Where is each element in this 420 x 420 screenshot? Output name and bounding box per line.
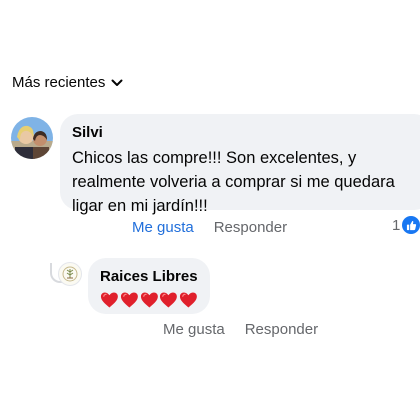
reaction-count: 1 — [392, 216, 401, 234]
comment-text: Chicos las compre!!! Son excelentes, y r… — [72, 149, 395, 215]
red-heart-icon — [180, 292, 198, 308]
like-thumb-icon — [402, 216, 420, 234]
like-button[interactable]: Me gusta — [163, 321, 225, 338]
reply-button[interactable]: Responder — [245, 321, 318, 338]
reaction-summary[interactable]: 1 — [392, 216, 420, 234]
comment-bubble: Silvi Chicos las compre!!! Son excelente… — [60, 114, 420, 215]
sort-label: Más recientes — [12, 74, 106, 91]
red-heart-icon — [160, 292, 178, 308]
red-heart-icon — [100, 292, 118, 308]
reply-actions: Me gusta Responder — [163, 321, 318, 338]
sort-dropdown[interactable]: Más recientes — [12, 74, 123, 91]
comment-author[interactable]: Silvi — [72, 123, 420, 143]
reply-author[interactable]: Raices Libres — [100, 267, 198, 287]
avatar[interactable] — [58, 262, 82, 286]
red-heart-icon — [120, 292, 138, 308]
reply-bubble: Raices Libres — [88, 258, 210, 314]
red-heart-icon — [140, 292, 158, 308]
avatar[interactable] — [11, 117, 53, 159]
chevron-down-icon — [111, 79, 123, 86]
comment-actions: Me gusta Responder — [132, 219, 287, 236]
reply-button[interactable]: Responder — [214, 219, 287, 236]
like-button[interactable]: Me gusta — [132, 219, 194, 236]
reply-content — [100, 291, 198, 309]
